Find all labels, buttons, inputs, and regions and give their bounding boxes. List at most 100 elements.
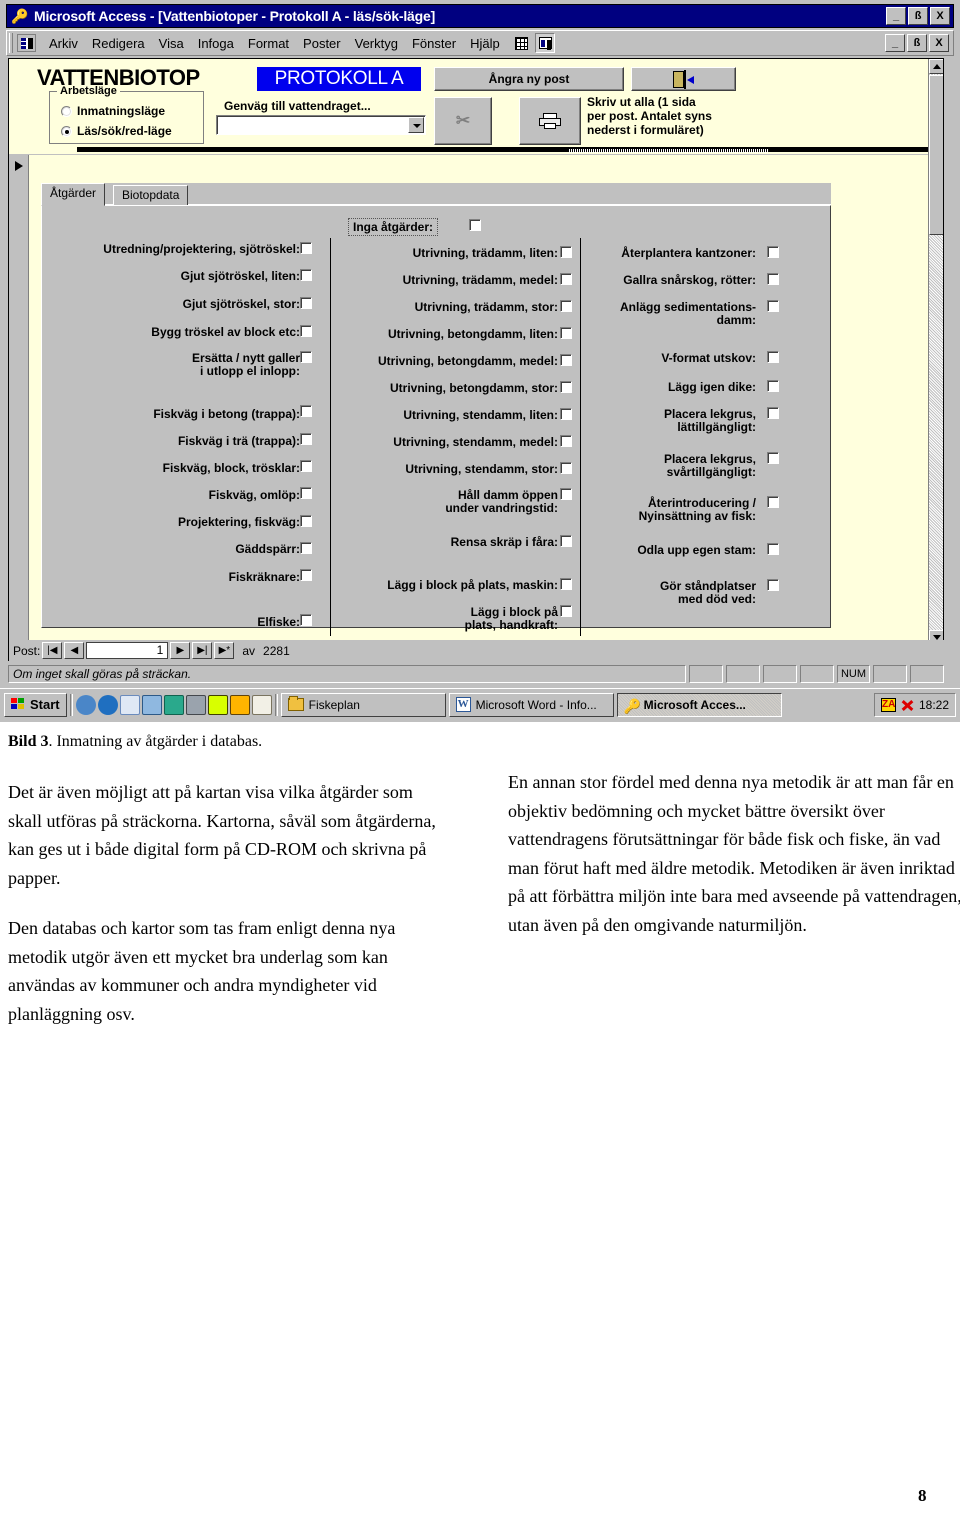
notepad-icon[interactable] [251,694,272,715]
form-window: VATTENBIOTOP PROTOKOLL A Arbetsläge Inma… [8,58,944,646]
doc-restore-button[interactable]: ß [907,34,927,52]
globe-icon[interactable] [75,694,96,715]
action-checkbox[interactable] [767,543,779,555]
action-checkbox[interactable] [560,578,572,590]
action-checkbox[interactable] [560,246,572,258]
action-checkbox[interactable] [300,405,312,417]
scrollbar-thumb[interactable] [929,75,943,235]
internet-explorer-icon[interactable] [97,694,118,715]
action-checkbox[interactable] [300,351,312,363]
action-checkbox[interactable] [767,351,779,363]
status-bar: Om inget skall göras på sträckan. NUM [8,664,945,684]
menu-item-visa[interactable]: Visa [152,34,191,53]
outlook-express-icon[interactable] [119,694,140,715]
zonealarm-icon[interactable]: ZA [880,697,896,712]
figure-caption: Bild 3. Inmatning av åtgärder i databas. [8,733,508,751]
action-checkbox[interactable] [300,487,312,499]
window-close-button[interactable]: X [930,7,950,25]
radio-inmatningslage-dot[interactable] [61,105,72,117]
doc-minimize-button[interactable]: _ [885,34,905,52]
show-desktop-icon[interactable] [141,694,162,715]
action-checkbox[interactable] [300,542,312,554]
action-checkbox[interactable] [560,408,572,420]
action-checkbox[interactable] [560,535,572,547]
previous-record-button[interactable]: ◀ [64,642,85,659]
form-vertical-scrollbar[interactable] [928,59,943,645]
exit-button[interactable] [631,67,736,91]
window-minimize-button[interactable]: _ [886,7,906,25]
printer-icon[interactable] [185,694,206,715]
print-all-button[interactable] [519,97,581,145]
chevron-down-icon[interactable] [408,117,424,133]
action-checkbox[interactable] [300,515,312,527]
menu-item-hjalp[interactable]: Hjälp [463,34,507,53]
radio-las-sok-red-lage-dot[interactable] [61,125,72,137]
protocol-badge: PROTOKOLL A [257,67,421,91]
cut-button[interactable]: ✂ [434,97,492,145]
media-icon[interactable] [207,694,228,715]
tray-clock[interactable]: 18:22 [919,698,949,712]
shortcut-combobox[interactable] [216,115,426,135]
new-record-button[interactable]: ▶* [214,642,235,659]
action-checkbox[interactable] [300,614,312,626]
action-checkbox[interactable] [300,269,312,281]
quick-launch-bar [75,694,272,715]
tab-biotopdata[interactable]: Biotopdata [113,185,189,205]
radio-las-sok-red-lage[interactable]: Läs/sök/red-läge [61,124,172,138]
action-checkbox[interactable] [560,435,572,447]
scroll-up-arrow-icon[interactable] [929,59,943,74]
grid-view-icon[interactable] [510,33,531,53]
menu-item-redigera[interactable]: Redigera [85,34,152,53]
taskbar-button-access[interactable]: 🔑 Microsoft Acces... [616,692,782,717]
next-record-button[interactable]: ▶ [170,642,191,659]
action-checkbox[interactable] [767,300,779,312]
action-checkbox[interactable] [560,462,572,474]
tab-atgarder[interactable]: Åtgärder [41,183,106,206]
print-info-text: Skriv ut alla (1 sida per post. Antalet … [587,95,712,137]
menu-item-infoga[interactable]: Infoga [191,34,241,53]
action-checkbox[interactable] [767,452,779,464]
record-number-input[interactable]: 1 [86,642,169,659]
page-number: 8 [918,1486,927,1505]
action-checkbox[interactable] [767,273,779,285]
toolbar-grip[interactable] [9,33,13,53]
action-checkbox[interactable] [560,488,572,500]
action-checkbox[interactable] [560,327,572,339]
action-checkbox[interactable] [300,460,312,472]
last-record-button[interactable]: ▶| [192,642,213,659]
control-menu-icon[interactable] [17,34,36,52]
action-checkbox[interactable] [767,407,779,419]
network-disconnected-icon[interactable] [900,698,915,712]
action-checkbox[interactable] [560,300,572,312]
action-checkbox[interactable] [300,242,312,254]
undo-new-record-button[interactable]: Ångra ny post [434,67,624,91]
menu-item-arkiv[interactable]: Arkiv [42,34,85,53]
action-checkbox[interactable] [767,579,779,591]
first-record-button[interactable]: |◀ [42,642,63,659]
start-button[interactable]: Start [4,692,67,717]
action-checkbox[interactable] [300,569,312,581]
menu-item-poster[interactable]: Poster [296,34,348,53]
menu-item-format[interactable]: Format [241,34,296,53]
action-checkbox[interactable] [300,297,312,309]
action-checkbox[interactable] [300,433,312,445]
action-checkbox[interactable] [767,496,779,508]
action-checkbox[interactable] [300,325,312,337]
book-icon[interactable] [163,694,184,715]
action-checkbox[interactable] [560,354,572,366]
menu-item-fonster[interactable]: Fönster [405,34,463,53]
form-view-icon[interactable] [534,33,555,53]
menu-item-verktyg[interactable]: Verktyg [348,34,405,53]
action-checkbox[interactable] [560,381,572,393]
window-restore-button[interactable]: ß [908,7,928,25]
play-icon[interactable] [229,694,250,715]
action-checkbox[interactable] [767,380,779,392]
doc-close-button[interactable]: X [929,34,949,52]
action-checkbox[interactable] [560,273,572,285]
action-checkbox[interactable] [560,605,572,617]
taskbar-button-fiskeplan[interactable]: Fiskeplan [280,692,446,717]
action-checkbox[interactable] [767,246,779,258]
radio-inmatningslage[interactable]: Inmatningsläge [61,104,165,118]
record-selector[interactable] [9,155,29,645]
taskbar-button-word[interactable]: W Microsoft Word - Info... [448,692,614,717]
